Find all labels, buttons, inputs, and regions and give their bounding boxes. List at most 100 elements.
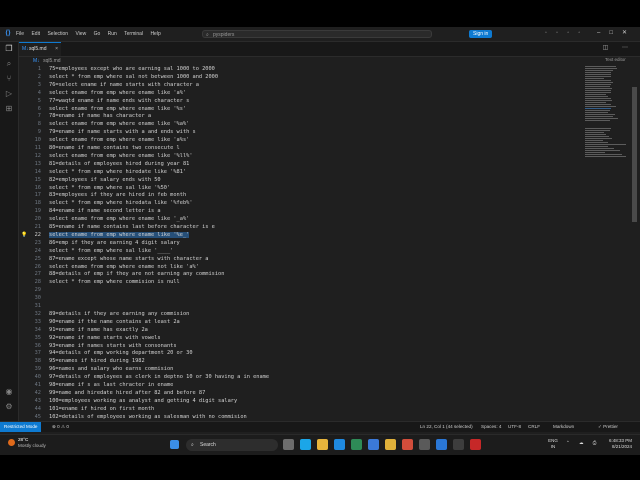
window-controls[interactable]: –□✕ bbox=[597, 29, 636, 36]
app-icon[interactable] bbox=[453, 439, 464, 450]
menu-help[interactable]: Help bbox=[150, 31, 160, 37]
code-line[interactable]: 29 bbox=[19, 287, 581, 295]
account-icon[interactable]: ◉ bbox=[4, 387, 14, 397]
minimap-line bbox=[585, 74, 612, 75]
scrollbar-thumb[interactable] bbox=[632, 87, 637, 222]
code-line[interactable]: 36 93=ename if names starts with consonan… bbox=[19, 343, 581, 351]
menu-go[interactable]: Go bbox=[94, 31, 101, 37]
code-line[interactable]: 19 84=ename if name second letter is a bbox=[19, 208, 581, 216]
menu-view[interactable]: View bbox=[75, 31, 86, 37]
code-line[interactable]: 37 94=details of emp working department 2… bbox=[19, 350, 581, 358]
code-line[interactable]: 13 81=details of employees hired during y… bbox=[19, 161, 581, 169]
code-line[interactable]: 16 select * from emp where sal like '%50' bbox=[19, 185, 581, 193]
editor-actions[interactable]: ◫ ⋯ bbox=[603, 44, 634, 51]
restricted-mode-indicator[interactable]: Restricted Mode bbox=[0, 422, 42, 432]
code-line[interactable]: 20 select ename from emp where ename like… bbox=[19, 216, 581, 224]
code-line[interactable]: 11 80=ename if name contains two consecut… bbox=[19, 145, 581, 153]
cursor-position[interactable]: Ln 22, Col 1 (44 selected) bbox=[420, 422, 473, 432]
problems-indicator[interactable]: ⊗ 0 ⚠ 0 bbox=[52, 422, 69, 432]
extensions-icon[interactable]: ⊞ bbox=[4, 104, 14, 114]
prettier-status[interactable]: ✓ Prettier bbox=[598, 422, 618, 432]
code-line[interactable]: 42 99=name and hiredate hired after 82 an… bbox=[19, 390, 581, 398]
code-line[interactable]: 26 select ename from emp where ename not … bbox=[19, 264, 581, 272]
code-line[interactable]: 39 96=names and salary who earns commisio… bbox=[19, 366, 581, 374]
app-icon[interactable] bbox=[385, 439, 396, 450]
minimap-line bbox=[585, 114, 615, 115]
code-line[interactable]: 12 select ename from emp where ename like… bbox=[19, 153, 581, 161]
menu-run[interactable]: Run bbox=[108, 31, 117, 37]
code-line[interactable]: 17 83=employees if they are hired in feb … bbox=[19, 192, 581, 200]
taskbar-search[interactable]: ⌕ Search bbox=[186, 439, 278, 451]
code-line[interactable]: 41 98=ename if s as last chracter in enam… bbox=[19, 382, 581, 390]
run-debug-icon[interactable]: ▷ bbox=[4, 89, 14, 99]
language-mode[interactable]: Markdown bbox=[553, 422, 574, 432]
code-line[interactable]: 35 92=ename if name starts with vowels bbox=[19, 335, 581, 343]
line-ending[interactable]: CRLF bbox=[528, 422, 540, 432]
minimap-line bbox=[585, 98, 611, 99]
code-line[interactable]: 32 89=details if they are earning any com… bbox=[19, 311, 581, 319]
menu-selection[interactable]: Selection bbox=[47, 31, 68, 37]
code-line[interactable]: 1 75=employees except who are earning sal… bbox=[19, 66, 581, 74]
code-line[interactable]: 💡 22 select ename from emp where ename lik… bbox=[19, 231, 581, 240]
file-explorer-icon[interactable] bbox=[317, 439, 328, 450]
code-line[interactable]: 3 76=select ename if name starts with cha… bbox=[19, 82, 581, 90]
code-line[interactable]: 18 select * from emp where hiredata like … bbox=[19, 200, 581, 208]
app-icon[interactable] bbox=[300, 439, 311, 450]
tray-icons[interactable]: ⌃ ☁ ⎙ bbox=[566, 440, 600, 446]
app-icon[interactable] bbox=[402, 439, 413, 450]
code-line[interactable]: 23 86=emp if they are earning 4 digit sal… bbox=[19, 240, 581, 248]
explorer-icon[interactable]: ❐ bbox=[4, 44, 14, 54]
code-line[interactable]: 44 101=ename if hired on first month bbox=[19, 406, 581, 414]
vscode-taskbar-icon[interactable] bbox=[436, 439, 447, 450]
code-line[interactable]: 24 select * from emp where sal like '____… bbox=[19, 248, 581, 256]
code-line[interactable]: 30 bbox=[19, 295, 581, 303]
menu-edit[interactable]: Edit bbox=[31, 31, 40, 37]
code-line[interactable]: 25 87=ename except whose name starts with… bbox=[19, 256, 581, 264]
layout-controls[interactable]: ▫ ▫ ▫ ▫ bbox=[545, 30, 584, 36]
breadcrumb[interactable]: M↓ sql5.md bbox=[19, 57, 61, 66]
app-icon[interactable] bbox=[351, 439, 362, 450]
language-indicator[interactable]: ENG IN bbox=[546, 438, 560, 450]
code-line[interactable]: 5 77=waqtd ename if name ends with charac… bbox=[19, 98, 581, 106]
code-line[interactable]: 6 select ename from emp where ename like … bbox=[19, 106, 581, 114]
code-line[interactable]: 34 91=ename if name has exactly 2a bbox=[19, 327, 581, 335]
code-editor[interactable]: 1 75=employees except who are earning sal… bbox=[19, 66, 581, 421]
code-line[interactable]: 31 bbox=[19, 303, 581, 311]
code-line[interactable]: 28 select * from emp where commision is n… bbox=[19, 279, 581, 287]
code-line[interactable]: 8 select ename from emp where ename like … bbox=[19, 121, 581, 129]
source-control-icon[interactable]: ⑂ bbox=[4, 74, 14, 84]
code-line[interactable]: 2 select * from emp where sal not between… bbox=[19, 74, 581, 82]
code-line[interactable]: 14 select * from emp where hiredate like … bbox=[19, 169, 581, 177]
menu-terminal[interactable]: Terminal bbox=[124, 31, 143, 37]
sign-in-button[interactable]: Sign in bbox=[469, 30, 493, 38]
app-icon[interactable] bbox=[419, 439, 430, 450]
windows-start-icon[interactable] bbox=[170, 440, 179, 449]
code-line[interactable]: 27 88=details of emp if they are not earn… bbox=[19, 271, 581, 279]
code-line[interactable]: 9 79=ename if name starts with a and ends… bbox=[19, 129, 581, 137]
clock[interactable]: 6:48:33 PM 8/21/2024 bbox=[598, 438, 632, 450]
code-line[interactable]: 10 select ename from emp where ename like… bbox=[19, 137, 581, 145]
code-line[interactable]: 40 97=details of employees as clerk in de… bbox=[19, 374, 581, 382]
code-line[interactable]: 33 90=ename if the name contains at least… bbox=[19, 319, 581, 327]
encoding[interactable]: UTF-8 bbox=[508, 422, 521, 432]
code-line[interactable]: 4 select ename from emp where ename like … bbox=[19, 90, 581, 98]
edge-icon[interactable] bbox=[334, 439, 345, 450]
close-icon[interactable]: × bbox=[55, 43, 58, 56]
app-icon[interactable] bbox=[470, 439, 481, 450]
code-line[interactable]: 43 100=employees working as analyst and g… bbox=[19, 398, 581, 406]
code-line[interactable]: 45 102=details of employees working as sa… bbox=[19, 414, 581, 421]
tab-sql5[interactable]: M↓ sql5.md × bbox=[19, 42, 61, 56]
code-line[interactable]: 38 95=enames if hired during 1982 bbox=[19, 358, 581, 366]
command-center-search[interactable]: ⌕ pyspiders bbox=[202, 30, 432, 38]
app-icon[interactable] bbox=[368, 439, 379, 450]
code-line[interactable]: 7 78=ename if name has character a bbox=[19, 113, 581, 121]
indentation[interactable]: Spaces: 4 bbox=[481, 422, 501, 432]
line-number: 21 bbox=[34, 224, 41, 230]
code-line[interactable]: 21 85=ename if name contains last before … bbox=[19, 224, 581, 232]
minimap[interactable] bbox=[583, 66, 631, 166]
search-icon[interactable]: ⌕ bbox=[4, 59, 14, 69]
settings-gear-icon[interactable]: ⚙ bbox=[4, 402, 14, 412]
task-view-icon[interactable] bbox=[283, 439, 294, 450]
code-line[interactable]: 15 82=employees if salary ends with 50 bbox=[19, 177, 581, 185]
menu-file[interactable]: File bbox=[16, 31, 24, 37]
